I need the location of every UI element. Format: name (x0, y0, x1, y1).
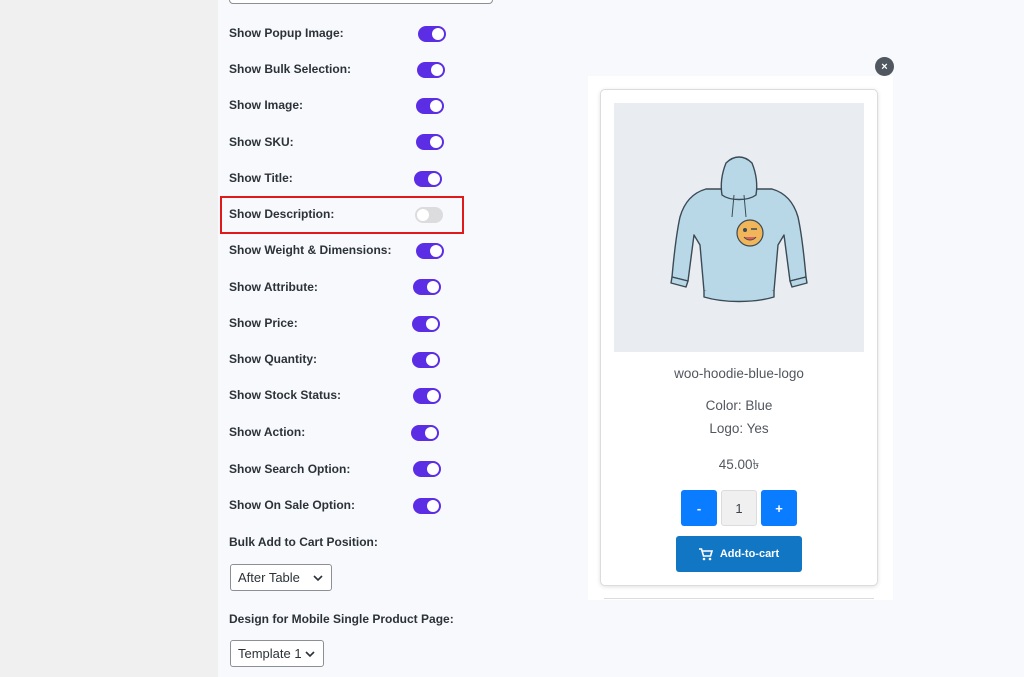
mobile-design-value: Template 1 (238, 646, 302, 661)
toggle-title[interactable] (414, 171, 442, 187)
close-icon[interactable]: × (875, 57, 894, 76)
product-name: woo-hoodie-blue-logo (674, 366, 804, 381)
quantity-minus-button[interactable]: - (681, 490, 717, 526)
toggle-image[interactable] (416, 98, 444, 114)
setting-label: Show Bulk Selection: (229, 62, 352, 76)
setting-label: Show Price: (229, 316, 298, 330)
setting-row-sku: Show SKU: (229, 132, 294, 152)
quantity-input[interactable]: 1 (721, 490, 757, 526)
setting-row-bulk-selection: Show Bulk Selection: (229, 59, 351, 79)
setting-label: Show Stock Status: (229, 388, 342, 402)
setting-label: Show Attribute: (229, 280, 318, 294)
mobile-design-select[interactable]: Template 1 (230, 640, 324, 667)
quantity-plus-button[interactable]: + (761, 490, 797, 526)
setting-row-stock-status: Show Stock Status: (229, 385, 341, 405)
add-to-cart-label: Add-to-cart (719, 548, 780, 560)
setting-row-attribute: Show Attribute: (229, 277, 318, 297)
setting-row-search-option: Show Search Option: (229, 459, 350, 479)
bulk-position-select[interactable]: After Table (230, 564, 332, 591)
setting-label: Show Action: (229, 425, 306, 439)
toggle-price[interactable] (412, 316, 440, 332)
setting-row-quantity: Show Quantity: (229, 349, 317, 369)
toggle-quantity[interactable] (412, 352, 440, 368)
setting-label: Show Quantity: (229, 352, 317, 366)
bulk-position-label: Bulk Add to Cart Position: (229, 535, 378, 549)
toggle-weight-dimensions[interactable] (416, 243, 444, 259)
toggle-sku[interactable] (416, 134, 444, 150)
toggle-bulk-selection[interactable] (417, 62, 445, 78)
setting-row-popup-image: Show Popup Image: (229, 23, 344, 43)
setting-label: Show Weight & Dimensions: (229, 243, 392, 257)
chevron-down-icon (313, 575, 323, 582)
chevron-down-icon (305, 651, 315, 658)
mobile-design-label: Design for Mobile Single Product Page: (229, 612, 454, 626)
setting-label: Show On Sale Option: (229, 498, 355, 512)
setting-row-title: Show Title: (229, 168, 293, 188)
cart-icon (698, 547, 713, 560)
setting-row-on-sale-option: Show On Sale Option: (229, 495, 355, 515)
product-logo: Logo: Yes (709, 421, 769, 436)
hoodie-icon (670, 156, 808, 303)
toggle-search-option[interactable] (413, 461, 441, 477)
setting-row-image: Show Image: (229, 95, 303, 115)
setting-label: Show Search Option: (229, 462, 351, 476)
toggle-attribute[interactable] (413, 279, 441, 295)
bulk-position-value: After Table (238, 570, 300, 585)
setting-row-action: Show Action: (229, 422, 305, 442)
toggle-on-sale-option[interactable] (413, 498, 441, 514)
setting-label: Show Popup Image: (229, 26, 344, 40)
toggle-popup-image[interactable] (418, 26, 446, 42)
add-to-cart-button[interactable]: Add-to-cart (676, 536, 802, 572)
setting-row-price: Show Price: (229, 313, 298, 333)
product-color: Color: Blue (705, 398, 773, 413)
setting-label: Show Image: (229, 98, 304, 112)
toggle-stock-status[interactable] (413, 388, 441, 404)
product-price: 45.00৳ (718, 457, 760, 472)
product-image (614, 103, 864, 352)
top-text-input[interactable] (229, 0, 493, 4)
toggle-action[interactable] (411, 425, 439, 441)
divider (604, 598, 874, 599)
setting-label: Show Title: (229, 171, 293, 185)
setting-row-weight-dimensions: Show Weight & Dimensions: (229, 240, 391, 260)
setting-label: Show SKU: (229, 135, 294, 149)
highlight-box (220, 196, 464, 234)
